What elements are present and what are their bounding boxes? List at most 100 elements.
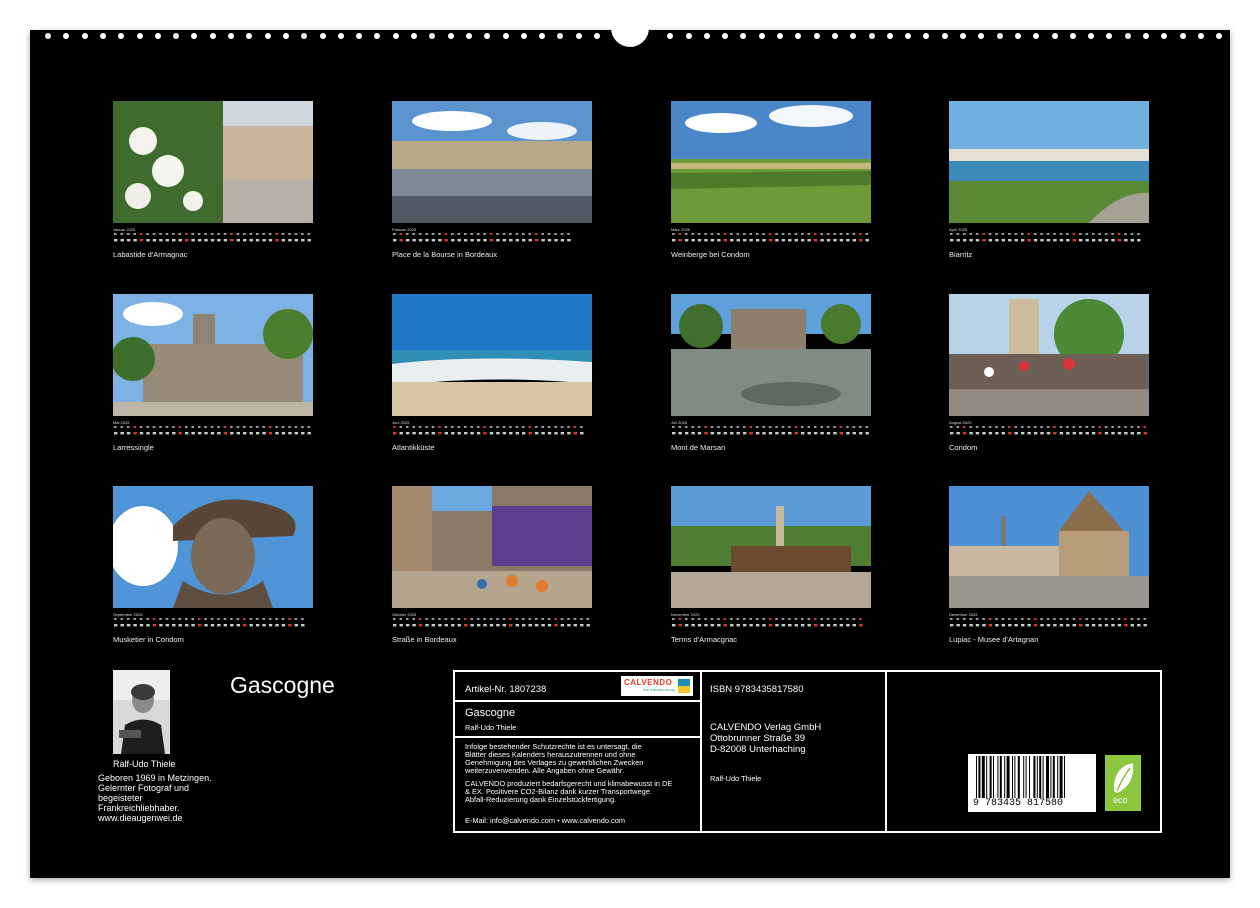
calendar-weekday — [1104, 233, 1108, 235]
calendar-weekday — [1001, 425, 1005, 428]
calendar-day — [249, 431, 253, 434]
calendar-weekday — [172, 233, 175, 235]
calendar-weekday — [1117, 618, 1121, 620]
mini-calendar — [393, 618, 590, 627]
author-bio: Geboren 1969 in Metzingen. Gelernter Fot… — [98, 773, 238, 823]
calendar-weekday — [788, 425, 791, 428]
calendar-day — [988, 239, 993, 242]
calendar-weekday — [820, 233, 823, 235]
calendar-day — [691, 239, 695, 242]
calendar-day — [178, 624, 182, 627]
calendar-day — [476, 239, 481, 242]
calendar-day — [496, 624, 500, 627]
calendar-day — [833, 239, 837, 242]
calendar-weekday — [294, 618, 298, 620]
calendar-day — [1137, 624, 1141, 627]
calendar-weekday — [736, 425, 740, 428]
calendar-day — [438, 431, 442, 434]
publisher-author: Ralf-Udo Thiele — [710, 774, 762, 783]
calendar-weekday — [1143, 425, 1147, 428]
info-title: Gascogne — [465, 707, 516, 719]
calendar-weekday — [1053, 233, 1056, 235]
calendar-weekday — [275, 233, 278, 235]
calendar-day — [301, 624, 305, 627]
calendar-weekday — [451, 233, 454, 235]
barcode-bar — [1012, 756, 1013, 798]
calendar-day — [969, 624, 973, 627]
calendar-day — [1046, 431, 1051, 434]
calendar-weekday — [743, 233, 746, 235]
binding-hole — [1069, 33, 1076, 39]
calendar-weekday — [451, 618, 454, 620]
calendar-day — [1008, 239, 1012, 242]
photo-caption: Labastide d'Armagnac — [113, 250, 188, 259]
calendar-weekday — [281, 233, 285, 235]
calendar-day — [418, 624, 423, 627]
calendar-weekday — [982, 425, 985, 428]
calendar-weekday — [560, 618, 564, 620]
calendar-weekday — [988, 618, 992, 620]
calendar-day — [1014, 239, 1018, 242]
calendar-day — [775, 624, 779, 627]
calendar-day — [1117, 431, 1122, 434]
calendar-day — [1091, 239, 1096, 242]
calendar-day — [762, 431, 766, 434]
calendar-day — [210, 239, 215, 242]
calendar-weekday — [794, 425, 798, 428]
binding-hole — [282, 33, 289, 39]
calendar-weekday — [801, 425, 804, 428]
calendar-weekday — [541, 425, 544, 428]
calendar-day — [710, 431, 715, 434]
calendar-weekday — [509, 425, 512, 428]
calendar-weekday — [1111, 425, 1114, 428]
calendar-weekday — [697, 425, 701, 428]
calendar-day — [262, 239, 266, 242]
logo-mark-icon — [678, 686, 690, 693]
calendar-weekday — [152, 425, 156, 428]
calendar-weekday — [788, 618, 791, 620]
calendar-day — [691, 431, 695, 434]
barcode-bar — [1029, 756, 1030, 798]
bio-line: begeisteter — [98, 793, 143, 803]
calendar-day — [1059, 239, 1064, 242]
calendar-day — [768, 624, 773, 627]
calendar-weekday — [496, 233, 499, 235]
calendar-day — [1143, 431, 1147, 434]
calendar-weekday — [1033, 618, 1037, 620]
calendar-day — [736, 239, 740, 242]
binding-hole — [996, 33, 1003, 39]
calendar-weekday — [1027, 618, 1030, 620]
calendar-weekday — [755, 233, 759, 235]
calendar-weekday — [399, 425, 403, 428]
calendar-weekday — [262, 618, 265, 620]
bio-line: www.dieaugenwei.de — [98, 813, 183, 823]
calendar-weekday — [781, 425, 785, 428]
calendar-day — [573, 624, 577, 627]
address-line: Ottobrunner Straße 39 — [710, 733, 806, 744]
calendar-day — [159, 239, 163, 242]
eco-text: CALVENDO produziert bedarfsgerecht und k… — [465, 780, 672, 804]
calendar-weekday — [717, 425, 720, 428]
calendar-weekday — [1111, 233, 1114, 235]
calendar-weekday — [399, 233, 403, 235]
calendar-weekday — [704, 233, 707, 235]
binding-hole — [886, 33, 893, 39]
calendar-weekday — [307, 233, 311, 235]
calendar-weekday — [534, 233, 538, 235]
calendar-day — [307, 239, 311, 242]
calendar-day — [962, 239, 967, 242]
calendar-weekday — [775, 425, 778, 428]
photo-caption: Atlantikküste — [392, 442, 435, 452]
calendar-weekday — [268, 233, 272, 235]
calendar-day — [262, 431, 266, 434]
binding-hole — [465, 33, 472, 39]
calendar-day — [236, 624, 240, 627]
calendar-weekday — [833, 425, 836, 428]
calendar-weekday — [268, 618, 272, 620]
calendar-weekday — [191, 425, 194, 428]
calendar-weekday — [1098, 233, 1101, 235]
calendar-weekday — [236, 618, 240, 620]
binding-hole — [264, 33, 271, 39]
info-author: Ralf-Udo Thiele — [465, 723, 517, 732]
calendar-day — [554, 624, 558, 627]
